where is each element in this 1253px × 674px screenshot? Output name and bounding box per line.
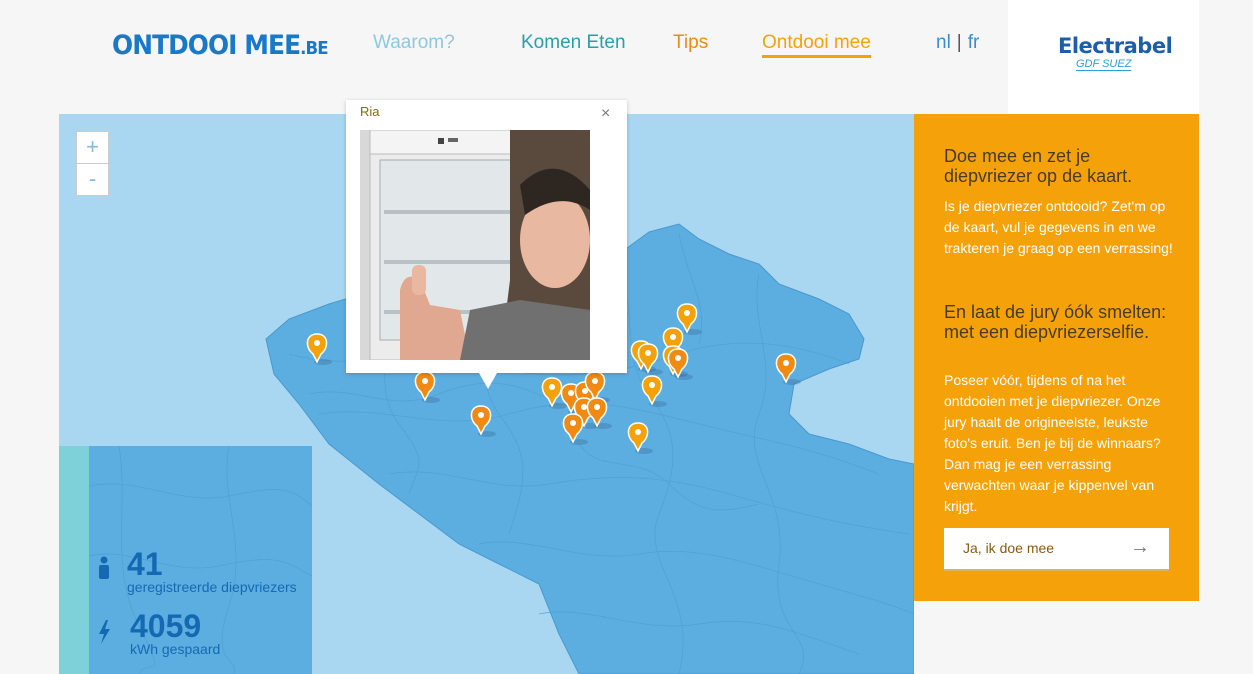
popup-pointer — [479, 373, 497, 389]
nav-waarom[interactable]: Waarom? — [373, 32, 455, 54]
brand-sub: GDF SUEZ — [1076, 58, 1132, 71]
panel-heading-1: Doe mee en zet je diepvriezer op de kaar… — [944, 146, 1133, 186]
nav-tips[interactable]: Tips — [673, 32, 708, 54]
map-popup: Ria × — [346, 100, 627, 373]
person-icon — [97, 556, 111, 585]
arrow-right-icon: → — [1130, 536, 1150, 558]
lang-separator: | — [956, 32, 962, 53]
site-header: ONTDOOI MEE.BE Waarom? Komen Eten Tips O… — [0, 0, 1253, 114]
kwh-label: kWh gespaard — [130, 641, 221, 657]
join-button[interactable]: Ja, ik doe mee → — [944, 528, 1169, 571]
lang-nl[interactable]: nl — [936, 32, 951, 53]
lightning-icon — [97, 620, 111, 649]
language-switcher: nl | fr — [936, 32, 979, 54]
site-logo[interactable]: ONTDOOI MEE.BE — [112, 30, 329, 61]
join-panel: Doe mee en zet je diepvriezer op de kaar… — [914, 114, 1199, 601]
panel-text-2: Poseer vóór, tijdens of na het ontdooien… — [944, 372, 1161, 514]
join-button-label: Ja, ik doe mee — [963, 540, 1055, 556]
freezers-stat: 41 geregistreerde diepvriezers — [127, 546, 297, 595]
popup-name: Ria — [360, 104, 380, 119]
zoom-control: + - — [76, 131, 109, 196]
freezers-count: 41 — [127, 546, 163, 582]
nav-komen-eten[interactable]: Komen Eten — [521, 32, 626, 54]
freezers-label: geregistreerde diepvriezers — [127, 579, 297, 595]
electrabel-logo[interactable]: Electrabel GDF SUEZ — [1008, 0, 1199, 114]
lang-fr[interactable]: fr — [968, 32, 980, 53]
zoom-out-button[interactable]: - — [77, 163, 108, 195]
brand-name: Electrabel — [1058, 34, 1173, 58]
freezer-selfie-photo — [360, 130, 590, 360]
kwh-stat: 4059 kWh gespaard — [130, 608, 220, 657]
kwh-count: 4059 — [130, 608, 202, 644]
popup-close-icon[interactable]: × — [601, 105, 610, 123]
panel-text-1: Is je diepvriezer ontdooid? Zet'm op de … — [944, 198, 1173, 256]
stats-box: 41 geregistreerde diepvriezers 4059 kWh … — [59, 446, 312, 674]
zoom-in-button[interactable]: + — [77, 132, 108, 163]
logo-suffix: .BE — [300, 38, 328, 59]
nav-ontdooi-mee[interactable]: Ontdooi mee — [762, 32, 871, 58]
logo-text: ONTDOOI MEE — [112, 30, 301, 61]
panel-heading-2: En laat de jury óók smelten: met een die… — [944, 302, 1167, 342]
